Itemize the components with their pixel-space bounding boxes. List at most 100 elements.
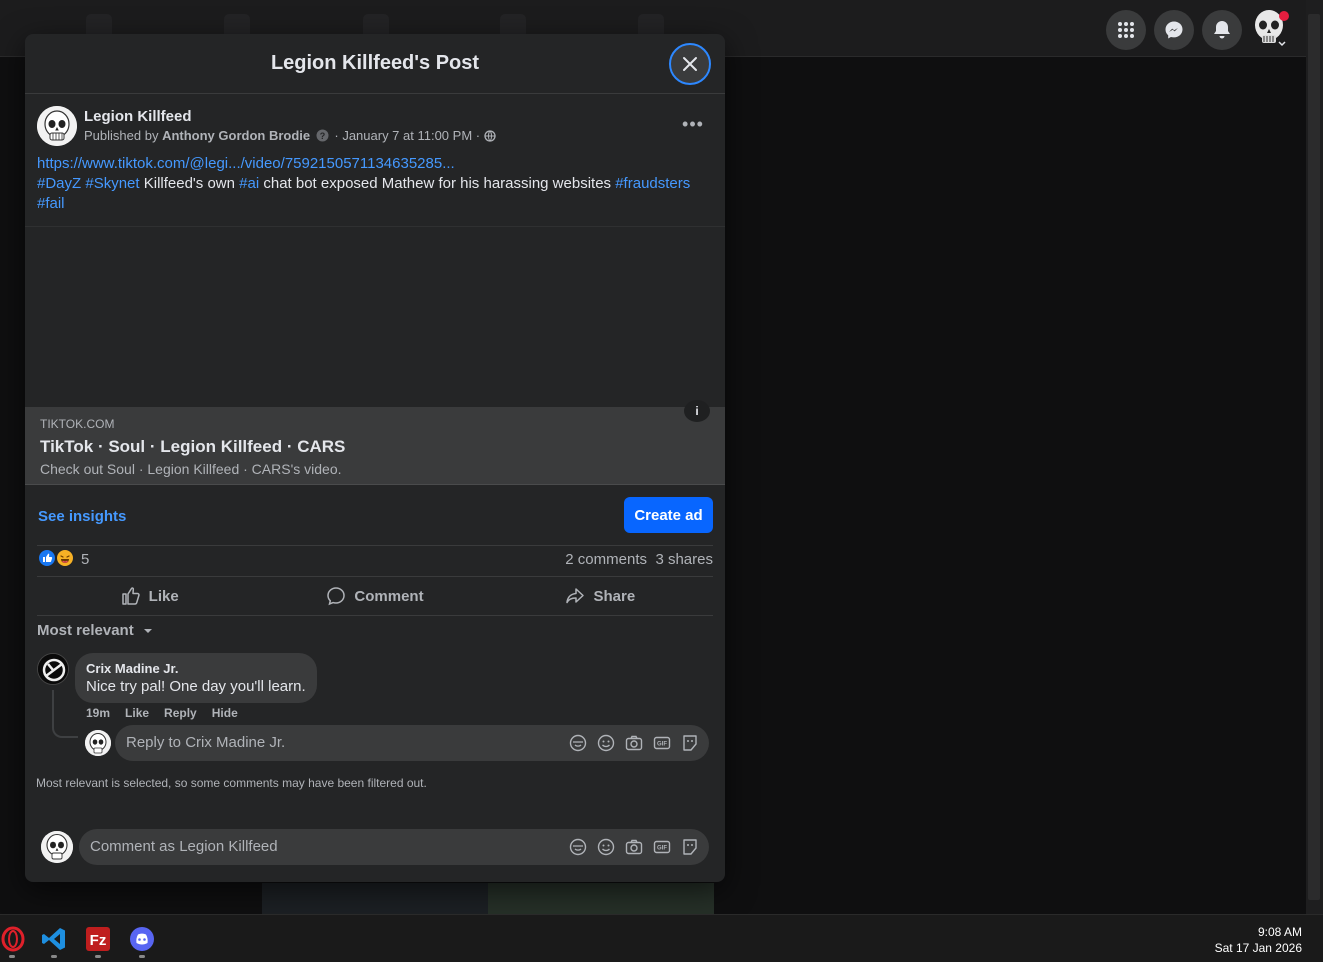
see-insights-link[interactable]: See insights [38,508,126,525]
close-button[interactable] [669,43,711,85]
post-date[interactable]: · January 7 at 11:00 PM · [334,128,480,143]
camera-icon[interactable] [625,838,643,856]
publisher-name[interactable]: Anthony Gordon Brodie [162,128,310,143]
share-button[interactable]: Share [488,577,713,615]
like-reaction-icon[interactable] [38,549,56,567]
comment-input[interactable]: Comment as Legion Killfeed GIF [79,829,709,865]
comments-count[interactable]: 2 comments [565,551,647,568]
post-actions: Like Comment Share [37,576,713,616]
comment-sort-dropdown[interactable]: Most relevant [37,622,154,639]
notifications-button[interactable] [1202,10,1242,50]
system-clock[interactable]: 9:08 AM Sat 17 Jan 2026 [1215,924,1302,956]
hashtag-link[interactable]: #Skynet [85,175,139,192]
composer-avatar[interactable] [41,831,73,863]
caret-down-icon [143,629,152,633]
dialog-title: Legion Killfeed's Post [270,52,480,74]
comment-bubble: Crix Madine Jr. Nice try pal! One day yo… [75,653,317,703]
skull-avatar-icon [37,106,77,146]
avatar-sticker-icon[interactable] [569,838,587,856]
svg-text:GIF: GIF [657,742,667,748]
video-preview[interactable] [25,226,725,407]
gif-icon[interactable]: GIF [653,838,671,856]
composer-tools: GIF [569,734,699,752]
haha-reaction-icon[interactable] [56,549,74,567]
commenter-avatar[interactable] [37,653,69,685]
close-icon [683,57,697,71]
messenger-button[interactable] [1154,10,1194,50]
info-icon[interactable]: i [684,400,710,422]
link-title: TikTok · Soul · Legion Killfeed · CARS [40,437,346,456]
post-body: https://www.tiktok.com/@legi.../video/75… [37,154,713,214]
reaction-count[interactable]: 5 [81,551,89,568]
post-author[interactable]: Legion Killfeed [84,108,192,125]
globe-icon [484,130,496,142]
gif-icon[interactable]: GIF [653,734,671,752]
vscode-icon[interactable] [40,925,68,953]
skull-avatar-icon [85,730,111,756]
comment-placeholder: Comment as Legion Killfeed [90,838,278,855]
discord-icon[interactable] [128,925,156,953]
comment-hide-button[interactable]: Hide [212,706,238,720]
post-link[interactable]: https://www.tiktok.com/@legi.../video/75… [37,155,455,172]
emoji-icon[interactable] [597,734,615,752]
hashtag-link[interactable]: #DayZ [37,175,81,192]
comment-icon [327,587,346,606]
logo-avatar-icon [38,654,68,684]
link-preview-card[interactable]: i TIKTOK.COM TikTok · Soul · Legion Kill… [25,400,725,485]
share-label: Share [593,587,636,605]
comment-like-button[interactable]: Like [125,706,149,720]
svg-text:Fz: Fz [90,932,107,949]
more-options-button[interactable]: ••• [679,114,707,134]
svg-text:?: ? [320,131,326,141]
camera-icon[interactable] [625,734,643,752]
post-text: chat bot exposed Mathew for his harassin… [259,175,616,192]
post-meta: Published by Anthony Gordon Brodie ? · J… [84,128,496,143]
composer-tools: GIF [569,838,699,856]
sticker-icon[interactable] [681,838,699,856]
comment-label: Comment [354,587,424,605]
comment-actions: 19m Like Reply Hide [86,706,238,720]
active-indicator [139,955,145,958]
page-avatar[interactable] [37,106,77,146]
thumbs-up-icon [43,553,53,562]
published-prefix: Published by [84,128,159,143]
active-indicator [9,955,15,958]
grid-icon [1118,22,1134,38]
hashtag-link[interactable]: #fail [37,195,65,212]
like-button[interactable]: Like [37,577,262,615]
emoji-icon[interactable] [597,838,615,856]
clock-time: 9:08 AM [1257,925,1302,939]
scrollbar-thumb[interactable] [1308,14,1320,900]
post-dialog: Legion Killfeed's Post Legion Killfeed P… [25,34,725,882]
reply-avatar[interactable] [85,730,111,756]
comment-reply-button[interactable]: Reply [164,706,197,720]
comment-text: Nice try pal! One day you'll learn. [86,678,306,695]
menu-grid-button[interactable] [1106,10,1146,50]
dialog-header: Legion Killfeed's Post [25,34,725,94]
share-arrow-icon [566,588,585,604]
hashtag-link[interactable]: #ai [239,175,259,192]
comment-time[interactable]: 19m [86,706,110,720]
clock-date: Sat 17 Jan 2026 [1214,941,1302,955]
filter-note: Most relevant is selected, so some comme… [36,776,427,790]
svg-text:GIF: GIF [657,846,667,852]
opera-icon[interactable] [0,925,28,953]
sticker-icon[interactable] [681,734,699,752]
hashtag-link[interactable]: #fraudsters [615,175,690,192]
link-description: Check out Soul · Legion Killfeed · CARS'… [40,461,342,477]
active-indicator [95,955,101,958]
filezilla-icon[interactable]: Fz [84,925,112,953]
link-domain: TIKTOK.COM [40,417,115,431]
taskbar: Fz 9:08 AM Sat 17 Jan 2026 [0,914,1323,962]
avatar-sticker-icon[interactable] [569,734,587,752]
shares-count[interactable]: 3 shares [655,551,713,568]
reply-input[interactable]: Reply to Crix Madine Jr. GIF [115,725,709,761]
info-icon[interactable]: ? [316,129,329,142]
background-content [488,883,714,914]
commenter-name[interactable]: Crix Madine Jr. [86,661,178,676]
active-indicator [51,955,57,958]
bell-icon [1214,21,1230,39]
create-ad-button[interactable]: Create ad [624,497,713,533]
post-header: Legion Killfeed Published by Anthony Gor… [37,106,713,150]
comment-button[interactable]: Comment [262,577,487,615]
